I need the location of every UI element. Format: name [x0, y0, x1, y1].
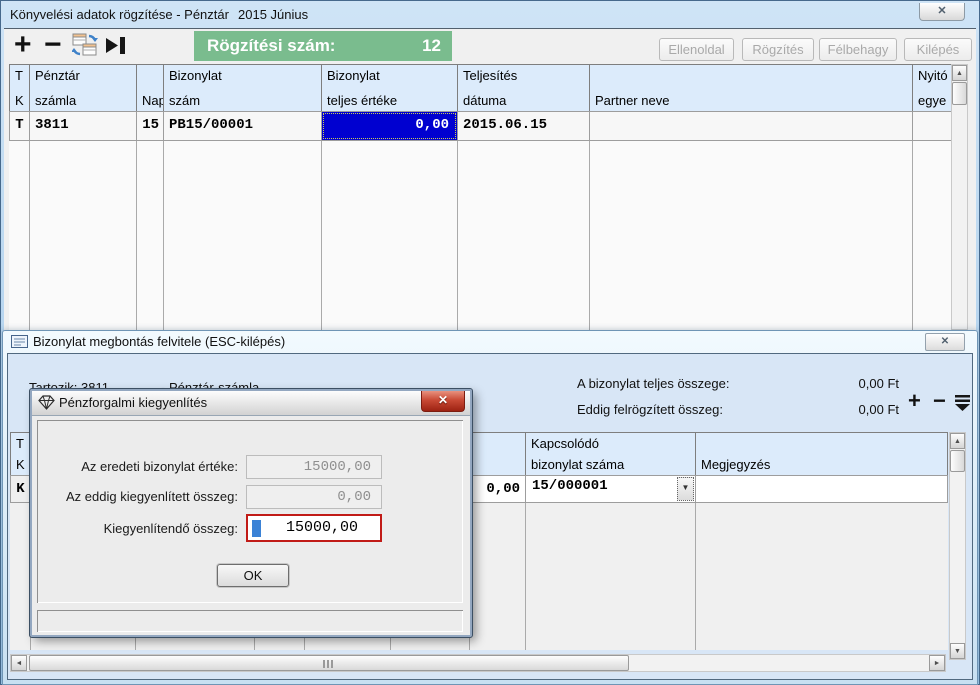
- ok-button[interactable]: OK: [217, 564, 289, 587]
- recorded-amount-label: Eddig felrögzített összeg:: [577, 402, 723, 417]
- main-grid: T K Pénztár számla Nap Bizonylat szám Bi…: [9, 64, 953, 330]
- split-titlebar[interactable]: Bizonylat megbontás felvitele (ESC-kilép…: [3, 331, 977, 352]
- amount-to-settle-label: Kiegyenlítendő összeg:: [42, 517, 238, 541]
- original-value-field: 15000,00: [246, 455, 382, 479]
- col-header-opening[interactable]: Nyitó egye: [912, 64, 953, 112]
- split-list-filter-icon[interactable]: [955, 395, 971, 412]
- dialog-status-strip: [37, 610, 463, 632]
- cell-partner[interactable]: [589, 111, 913, 141]
- related-doc-value: 15/000001: [532, 478, 608, 494]
- add-row-icon[interactable]: +: [14, 29, 32, 61]
- diamond-icon: [38, 395, 55, 410]
- split-window-title: Bizonylat megbontás felvitele (ESC-kilép…: [33, 334, 285, 349]
- opposite-side-button[interactable]: Ellenoldal: [659, 38, 734, 61]
- scroll-grip: [323, 660, 335, 668]
- split-col-header-amount[interactable]: [469, 432, 526, 476]
- grid-empty-area: [9, 141, 953, 330]
- split-cell-note[interactable]: [695, 475, 948, 503]
- split-add-icon[interactable]: +: [908, 390, 921, 412]
- transfer-tables-icon[interactable]: [72, 33, 98, 57]
- original-value-label: Az eredeti bizonylat értéke:: [42, 455, 238, 479]
- cell-date[interactable]: 2015.06.15: [457, 111, 590, 141]
- dialog-close-button[interactable]: ✕: [421, 391, 465, 412]
- main-window-title: Könyvelési adatok rögzítése - Pénztár: [10, 7, 229, 22]
- cell-tk[interactable]: T: [9, 111, 30, 141]
- dialog-title: Pénzforgalmi kiegyenlítés: [59, 395, 207, 410]
- col-header-date[interactable]: Teljesítés dátuma: [457, 64, 590, 112]
- split-window-icon: [11, 335, 28, 348]
- related-doc-combo[interactable]: 15/000001 ▼: [525, 475, 696, 503]
- split-scroll-left-button[interactable]: ◄: [11, 655, 27, 671]
- total-amount-label: A bizonylat teljes összege:: [577, 376, 729, 391]
- amount-to-settle-field[interactable]: 15000,00: [246, 514, 382, 542]
- settled-so-far-label: Az eddig kiegyenlített összeg:: [42, 485, 238, 509]
- split-col-header-tk[interactable]: T K: [10, 432, 31, 476]
- cell-total-value-selected[interactable]: 0,00: [321, 111, 458, 141]
- col-header-partner[interactable]: Partner neve: [589, 64, 913, 112]
- settled-so-far-field: 0,00: [246, 485, 382, 509]
- split-scroll-up-button[interactable]: ▲: [950, 433, 965, 449]
- split-cell-amount[interactable]: 0,00: [469, 475, 526, 503]
- dialog-titlebar[interactable]: Pénzforgalmi kiegyenlítés ✕: [32, 391, 470, 416]
- total-amount-value: 0,00 Ft: [819, 376, 899, 391]
- split-col-header-related[interactable]: Kapcsolódó bizonylat száma: [525, 432, 696, 476]
- split-cell-tk[interactable]: K: [10, 475, 31, 503]
- col-header-total-value[interactable]: Bizonylat teljes értéke: [321, 64, 458, 112]
- record-button[interactable]: Rögzítés: [742, 38, 814, 61]
- split-scroll-down-button[interactable]: ▼: [950, 643, 965, 659]
- split-hscroll-thumb[interactable]: [29, 655, 629, 671]
- recording-number-label: Rögzítési szám:: [207, 36, 335, 56]
- main-toolbar: + − Rögzítési szám: 12: [4, 29, 976, 63]
- skip-to-last-icon[interactable]: [106, 37, 128, 55]
- scroll-up-button[interactable]: ▲: [952, 65, 967, 81]
- scroll-thumb[interactable]: [952, 82, 967, 105]
- cell-account[interactable]: 3811: [29, 111, 137, 141]
- period-label: 2015 Június: [238, 7, 308, 22]
- recorded-amount-value: 0,00 Ft: [819, 402, 899, 417]
- text-cursor: [252, 520, 261, 537]
- cell-day[interactable]: 15: [136, 111, 164, 141]
- main-titlebar[interactable]: Könyvelési adatok rögzítése - Pénztár 20…: [1, 1, 979, 28]
- cell-doc-number[interactable]: PB15/00001: [163, 111, 322, 141]
- exit-button[interactable]: Kilépés: [904, 38, 972, 61]
- settlement-dialog: Pénzforgalmi kiegyenlítés ✕ Az eredeti b…: [30, 389, 472, 637]
- col-header-tk[interactable]: T K: [9, 64, 30, 112]
- main-close-button[interactable]: ✕: [919, 3, 965, 21]
- col-header-day[interactable]: Nap: [136, 64, 164, 112]
- split-scroll-right-button[interactable]: ►: [929, 655, 945, 671]
- recording-number-value: 12: [422, 36, 441, 56]
- abandon-button[interactable]: Félbehagy: [819, 38, 897, 61]
- split-close-button[interactable]: ✕: [925, 333, 965, 351]
- split-vscrollbar[interactable]: ▲ ▼: [949, 432, 966, 660]
- amount-to-settle-value: 15000,00: [286, 519, 358, 536]
- split-remove-icon[interactable]: −: [933, 390, 946, 412]
- split-col-header-note[interactable]: Megjegyzés: [695, 432, 948, 476]
- combo-dropdown-button[interactable]: ▼: [677, 477, 694, 501]
- col-header-account[interactable]: Pénztár számla: [29, 64, 137, 112]
- col-header-doc-number[interactable]: Bizonylat szám: [163, 64, 322, 112]
- remove-row-icon[interactable]: −: [44, 29, 62, 61]
- split-hscrollbar[interactable]: ◄ ►: [10, 654, 946, 672]
- split-scroll-thumb[interactable]: [950, 450, 965, 472]
- cell-opening[interactable]: [912, 111, 953, 141]
- recording-number-box: Rögzítési szám: 12: [194, 31, 452, 61]
- main-vscrollbar[interactable]: ▲: [951, 64, 968, 330]
